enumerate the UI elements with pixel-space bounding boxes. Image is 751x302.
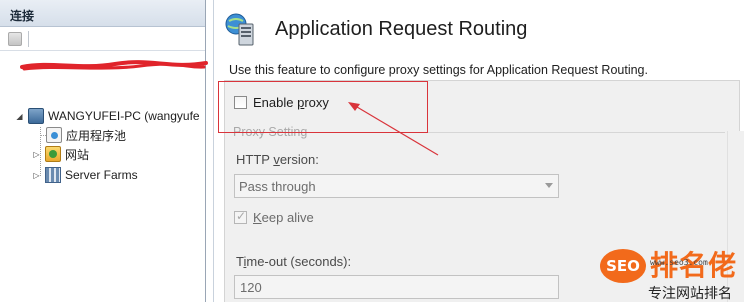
server-node-label: WANGYUFEI-PC (wangyufe [48,109,200,123]
dropdown-arrow-icon[interactable] [545,183,553,188]
access-key-letter: p [297,95,305,110]
tree-node-server-farms[interactable]: ▷ Server Farms [32,166,138,184]
enable-proxy-checkbox[interactable] [234,96,247,109]
toolbar-separator [28,30,29,47]
timeout-input[interactable]: 120 [234,275,559,299]
keep-alive-label: Keep alive [253,210,314,225]
keep-alive-row[interactable]: ✓ Keep alive [234,209,314,225]
page-title: Application Request Routing [275,18,528,40]
expand-icon[interactable]: ▷ [32,171,41,180]
server-icon [28,108,44,124]
redaction-scribble [20,60,208,71]
server-farms-icon [45,167,61,183]
access-key-letter: v [273,152,280,167]
connections-header: 连接 [0,0,205,27]
http-version-select[interactable]: Pass through [234,174,559,198]
proxy-setting-caption: Proxy Setting [233,125,308,139]
connections-pane: 连接 ◢ WANGYUFEI-PC (wangyufe 应用程序池 ▷ 网站 ▷… [0,0,208,302]
keep-alive-checkbox[interactable]: ✓ [234,209,247,224]
access-key-letter: K [253,210,262,225]
watermark-tagline: 专注网站排名 [648,286,732,302]
feature-description: Use this feature to configure proxy sett… [229,63,648,77]
connect-icon[interactable] [8,31,22,46]
tree-node-label: Server Farms [65,168,138,182]
expand-icon[interactable]: ▷ [32,150,41,159]
enable-proxy-label: Enable proxy [253,95,329,110]
tree-node-app-pools[interactable]: 应用程序池 [46,126,126,144]
watermark-seo-badge: SEO [600,249,646,283]
app-pool-icon [46,127,62,143]
connections-toolbar [0,27,205,51]
enable-proxy-row[interactable]: Enable proxy [234,95,329,110]
access-key-letter: i [243,254,247,269]
tree-node-sites[interactable]: ▷ 网站 [32,145,89,163]
tree-node-server[interactable]: ◢ WANGYUFEI-PC (wangyufe [15,107,200,125]
http-version-value: Pass through [239,179,316,194]
globe-server-icon [225,13,254,46]
group-divider [310,132,725,133]
tree-node-label: 应用程序池 [66,128,127,143]
http-version-label: HTTP version: [236,152,319,167]
timeout-value: 120 [240,280,262,295]
sites-icon [45,146,61,162]
timeout-label: Time-out (seconds): [236,254,352,269]
collapse-icon[interactable]: ◢ [15,112,24,121]
watermark-url: www.seo3.com [650,258,708,267]
tree-node-label: 网站 [65,147,90,162]
checkmark-icon: ✓ [236,209,247,223]
